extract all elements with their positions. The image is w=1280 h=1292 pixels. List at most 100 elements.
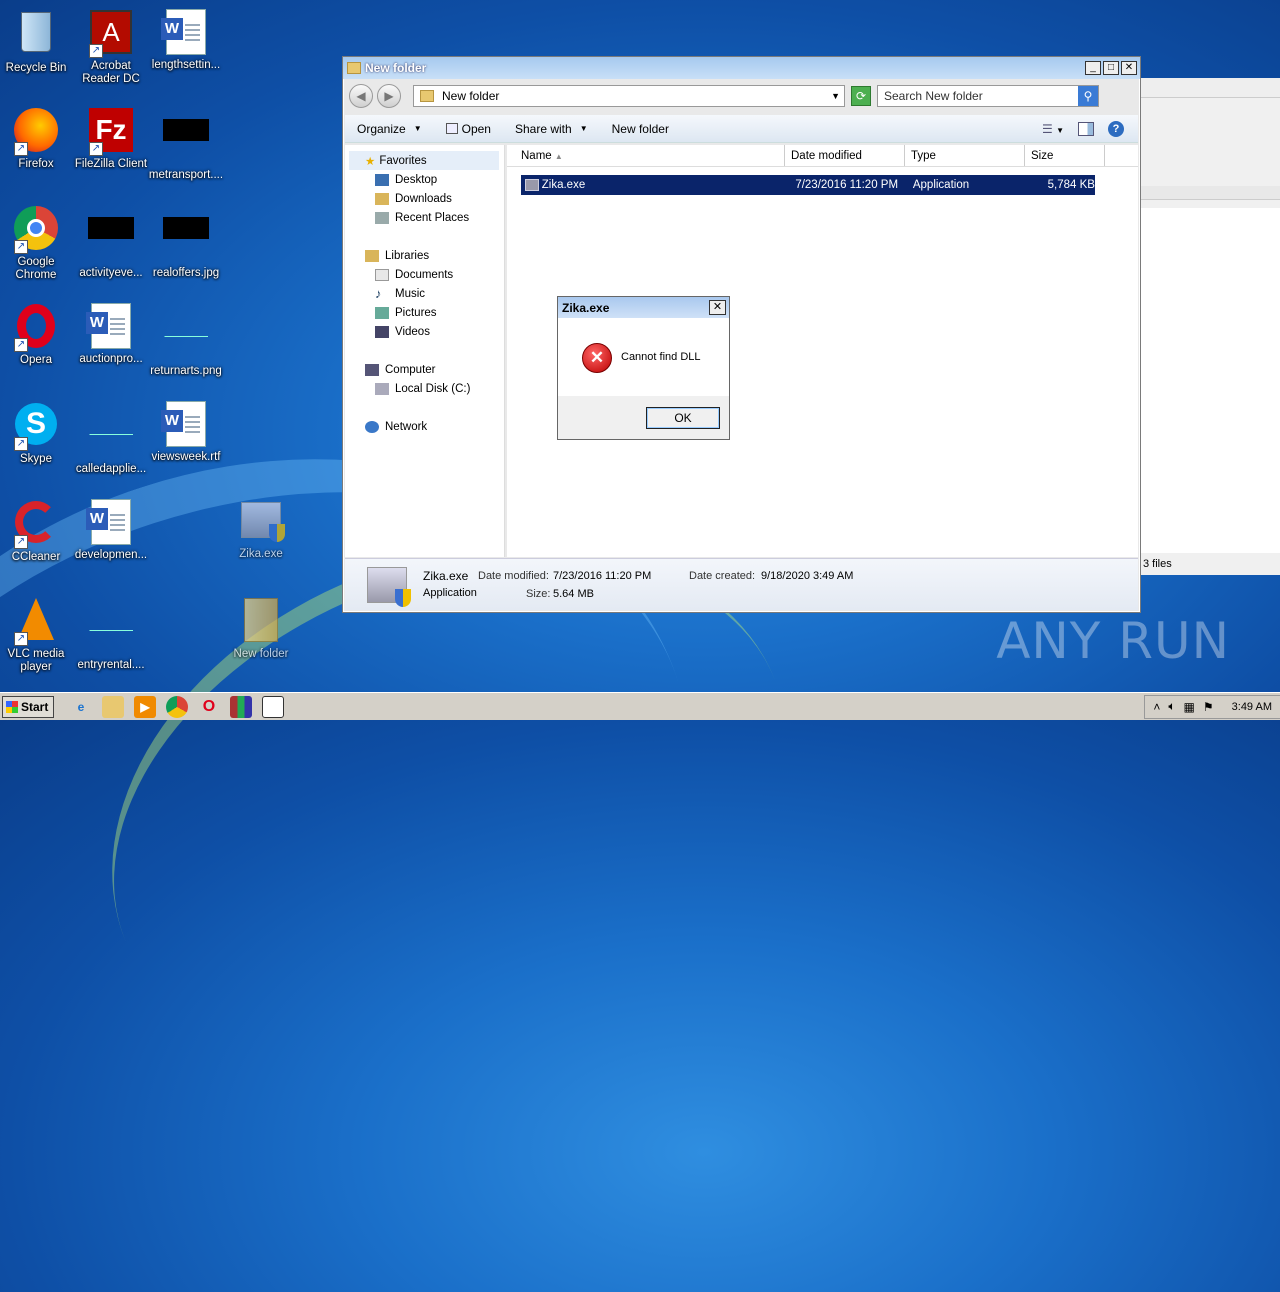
nav-recent-places[interactable]: Recent Places [345,208,504,227]
desktop-icon-auctionpro[interactable]: auctionpro... [73,302,149,366]
nav-computer[interactable]: Computer [345,360,504,379]
desktop-icon-activityeve[interactable]: activityeve... [73,204,149,280]
sort-up-icon: ▲ [554,152,563,161]
help-icon[interactable]: ? [1108,120,1124,137]
dialog-body: ✕ Cannot find DLL [558,318,729,396]
desktop-icon-realoffers[interactable]: realoffers.jpg [148,204,224,280]
address-bar-row: ◀ ▶ New folder ▼ ⟳ Search New folder ⚲ [345,81,1138,111]
desktop-icon-vlc[interactable]: ↗ VLC media player [0,596,74,674]
desktop-icon-label: metransport.... [148,169,224,181]
file-icon [87,413,135,461]
desktop-icon-viewsweek[interactable]: viewsweek.rtf [148,400,224,464]
title-bar[interactable]: New folder _ □ ✕ [343,57,1140,79]
nav-network[interactable]: Network [345,417,504,436]
desktop-icon-opera[interactable]: ↗ Opera [0,302,74,367]
address-bar[interactable]: New folder ▼ [413,85,845,107]
preview-pane-icon[interactable] [1078,121,1094,136]
desktop-icon-lengthsettin[interactable]: lengthsettin... [148,8,224,72]
network-icon[interactable]: ▦ [1184,700,1195,714]
chevron-up-icon[interactable]: ˄ [1153,700,1160,714]
search-input[interactable]: Search New folder ⚲ [877,85,1099,107]
winrar-icon[interactable] [230,695,252,718]
ie-icon[interactable]: e [70,696,92,718]
forward-button[interactable]: ▶ [377,84,401,108]
new-folder-button[interactable]: New folder [600,122,681,136]
error-dialog: Zika.exe ✕ ✕ Cannot find DLL OK [557,296,730,440]
desktop-icon-recycle-bin[interactable]: Recycle Bin [0,8,74,75]
desktop-icon-ccleaner[interactable]: ↗ CCleaner [0,498,74,564]
word-doc-icon [161,401,210,449]
desktop-icon-label: developmen... [74,549,148,561]
view-options-icon[interactable]: ☰ ▼ [1042,122,1064,136]
back-button[interactable]: ◀ [349,84,373,108]
explorer-icon[interactable] [102,695,124,718]
file-name: Zika.exe [541,179,586,191]
opera-icon[interactable]: O [198,696,220,718]
chevron-down-icon[interactable]: ▼ [831,91,840,101]
share-with-button[interactable]: Share with ▼ [503,122,600,136]
details-label: Size: [526,588,551,600]
desktop-icon-chrome[interactable]: ↗ Google Chrome [0,204,74,282]
nav-local-disk[interactable]: Local Disk (C:) [345,379,504,398]
open-label: Open [461,121,491,136]
desktop-icon-returnarts[interactable]: returnarts.png [148,302,224,378]
dialog-title-bar[interactable]: Zika.exe ✕ [558,297,729,318]
details-date-created: 9/18/2020 3:49 AM [761,570,854,582]
desktop-icon [375,173,389,186]
nav-music[interactable]: ♪ Music [345,284,504,303]
vlc-icon: ↗ [12,598,60,646]
desktop-icon-filezilla[interactable]: Fz ↗ FileZilla Client [73,106,149,171]
minimize-button[interactable]: _ [1085,61,1101,75]
ccleaner-icon: ↗ [12,501,60,549]
error-icon: ✕ [582,343,612,373]
nav-pictures[interactable]: Pictures [345,303,504,322]
column-size[interactable]: Size [1025,145,1105,166]
nav-desktop[interactable]: Desktop [345,170,504,189]
desktop-icon-zika-exe[interactable]: Zika.exe [223,498,299,561]
desktop-icon-developmen[interactable]: developmen... [73,498,149,562]
desktop-icon-entryrental[interactable]: entryrental.... [73,596,149,672]
organize-button[interactable]: Organize ▼ [345,122,434,136]
column-type[interactable]: Type [905,145,1025,166]
close-button[interactable]: ✕ [1121,61,1137,75]
desktop-icon-label: Zika.exe [239,548,283,560]
network-icon [365,420,379,433]
status-text: 3 files [1143,558,1172,570]
desktop-icon-calledapplie[interactable]: calledapplie... [73,400,149,476]
flag-icon[interactable]: ⚑ [1203,700,1214,714]
ok-button[interactable]: OK [646,407,720,429]
desktop-icon-new-folder[interactable]: New folder [223,596,299,661]
nav-label: Videos [395,325,430,338]
column-header-row: Name ▲ Date modified Type Size [507,145,1138,167]
table-row[interactable]: Zika.exe 7/23/2016 11:20 PM Application … [521,175,1095,195]
nav-documents[interactable]: Documents [345,265,504,284]
volume-icon[interactable]: 🔈︎ [1168,699,1175,714]
dialog-close-button[interactable]: ✕ [709,300,726,315]
nav-favorites[interactable]: ★ Favorites [349,151,499,170]
taskbar: Start e ▶ O ˄ 🔈︎ ▦ ⚑ 3:49 AM [0,692,1280,720]
nav-videos[interactable]: Videos [345,322,504,341]
nav-downloads[interactable]: Downloads [345,189,504,208]
desktop-icon-metransport[interactable]: metransport.... [148,106,224,182]
nav-libraries[interactable]: Libraries [345,246,504,265]
column-name[interactable]: Name ▲ [515,145,785,166]
start-button[interactable]: Start [2,695,54,718]
column-date-modified[interactable]: Date modified [785,145,905,166]
open-button[interactable]: Open [434,122,503,136]
refresh-icon[interactable]: ⟳ [851,86,871,106]
chevron-down-icon: ▼ [413,124,422,133]
desktop-icon-acrobat[interactable]: A ↗ Acrobat Reader DC [73,8,149,86]
details-size: 5.64 MB [553,588,594,600]
desktop-icon-label: CCleaner [11,551,61,563]
desktop-icon-label: VLC media player [7,648,65,673]
details-pane: Zika.exe Application Date modified: 7/23… [345,558,1138,610]
maximize-button[interactable]: □ [1103,61,1119,75]
desktop-icon-firefox[interactable]: ↗ Firefox [0,106,74,171]
clock[interactable]: 3:49 AM [1232,701,1272,713]
search-icon[interactable]: ⚲ [1078,86,1098,106]
desktop-icon-skype[interactable]: S ↗ Skype [0,400,74,466]
chrome-icon[interactable] [166,695,188,718]
desktop-icon-label: entryrental.... [77,659,145,671]
zika-taskbar-icon[interactable] [262,695,284,718]
media-player-icon[interactable]: ▶ [134,695,156,718]
